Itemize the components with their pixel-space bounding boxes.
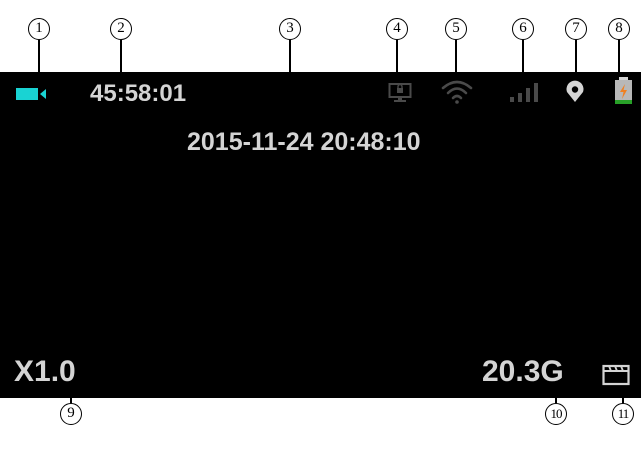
callout-11: 11 <box>612 403 634 425</box>
callout-6: 6 <box>512 18 534 40</box>
signal-strength-icon <box>510 83 538 102</box>
callout-9: 9 <box>60 403 82 425</box>
camera-screen: 45:58:01 2015-11-24 20:48:10 X1.0 20.3G <box>0 72 641 398</box>
callout-8: 8 <box>608 18 630 40</box>
leader-line-3 <box>289 40 291 72</box>
callout-3: 3 <box>279 18 301 40</box>
recording-time: 45:58:01 <box>90 80 187 107</box>
wifi-icon <box>441 80 473 104</box>
callout-10: 10 <box>545 403 567 425</box>
screen-lock-icon <box>388 83 412 102</box>
storage-remaining: 20.3G <box>482 355 564 388</box>
callout-5: 5 <box>445 18 467 40</box>
callout-4: 4 <box>386 18 408 40</box>
video-camera-icon <box>16 88 46 100</box>
callout-7: 7 <box>565 18 587 40</box>
date-time: 2015-11-24 20:48:10 <box>187 128 421 156</box>
callout-2: 2 <box>110 18 132 40</box>
callout-1: 1 <box>28 18 50 40</box>
gps-location-icon <box>566 80 584 102</box>
zoom-level: X1.0 <box>14 355 76 388</box>
battery-charging-icon <box>615 77 632 104</box>
sd-card-icon <box>602 364 630 386</box>
